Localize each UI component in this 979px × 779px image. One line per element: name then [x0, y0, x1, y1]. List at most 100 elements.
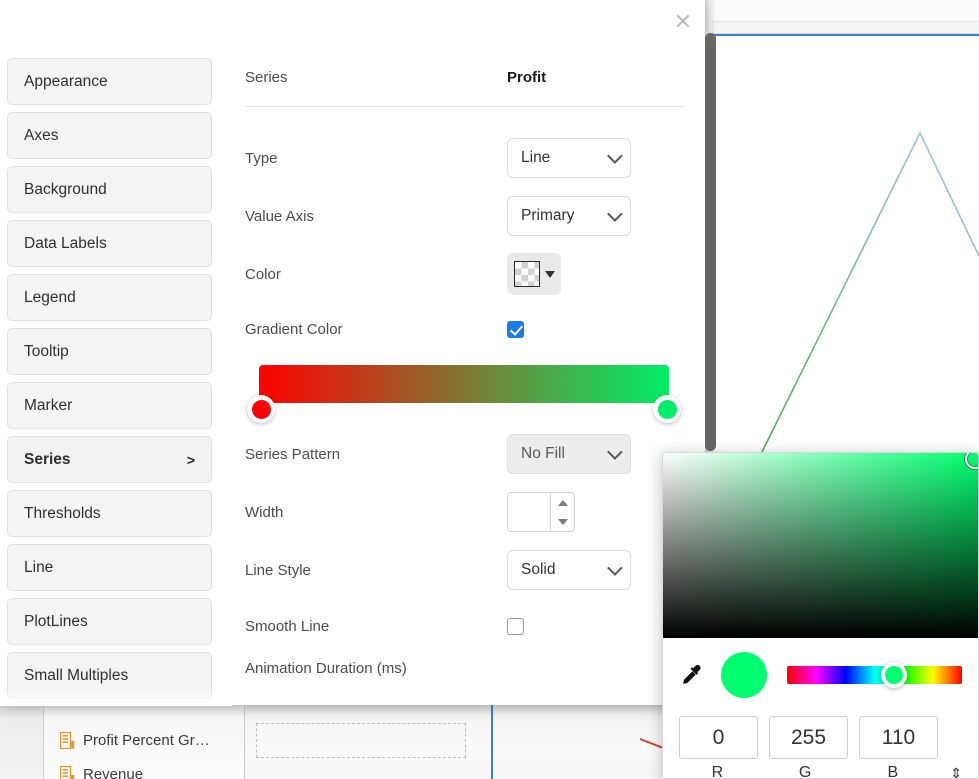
- line-style-select[interactable]: Solid: [507, 550, 631, 590]
- series-settings-form: Series Profit Type Line Value Axis Prima…: [245, 60, 685, 683]
- field-row-series-pattern: Series Pattern No Fill: [245, 425, 685, 483]
- red-label: R: [679, 764, 756, 779]
- chevron-down-icon: [607, 444, 623, 460]
- form-header-row: Series Profit: [245, 60, 685, 94]
- series-pattern-select-value: No Fill: [521, 445, 565, 463]
- sv-black-overlay: [663, 453, 978, 638]
- color-picker-popup: R G B ⇕: [662, 452, 979, 779]
- sidebar-item-label: Line: [24, 559, 195, 577]
- close-icon[interactable]: ✕: [670, 10, 696, 36]
- smooth-line-label: Smooth Line: [245, 618, 507, 635]
- eyedropper-icon[interactable]: [679, 662, 705, 688]
- field-drop-zone[interactable]: [256, 723, 466, 758]
- type-select-value: Line: [521, 149, 550, 167]
- hue-gradient-track: [787, 666, 962, 684]
- sidebar-item-background[interactable]: Background: [7, 166, 212, 213]
- sidebar-item-appearance[interactable]: Appearance: [7, 58, 212, 105]
- field-row-animation-duration: Animation Duration (ms): [245, 653, 685, 683]
- chevron-down-icon: [607, 206, 623, 222]
- field-row-color: Color: [245, 245, 685, 303]
- value-axis-select[interactable]: Primary: [507, 196, 631, 236]
- width-decrement-button[interactable]: [551, 512, 574, 531]
- red-field[interactable]: [679, 716, 758, 759]
- rgb-labels-row: R G B ⇕: [679, 764, 962, 779]
- chevron-down-icon: [607, 560, 623, 576]
- sidebar-item-thresholds[interactable]: Thresholds: [7, 490, 212, 537]
- sidebar-item-label: Background: [24, 181, 195, 199]
- sidebar-item-label: PlotLines: [24, 613, 195, 631]
- gradient-color-label: Gradient Color: [245, 321, 507, 338]
- sidebar-item-label: Data Labels: [24, 235, 195, 253]
- sidebar-item-label: Thresholds: [24, 505, 195, 523]
- dialog-sidebar: Appearance Axes Background Data Labels L…: [7, 58, 212, 706]
- gradient-stop-end[interactable]: [653, 395, 681, 423]
- form-header-label: Series: [245, 69, 507, 86]
- field-row-smooth-line: Smooth Line: [245, 599, 685, 653]
- hue-slider-handle[interactable]: [881, 662, 907, 688]
- sidebar-item-legend[interactable]: Legend: [7, 274, 212, 321]
- width-increment-button[interactable]: [551, 493, 574, 512]
- sidebar-item-marker[interactable]: Marker: [7, 382, 212, 429]
- sidebar-item-small-multiples[interactable]: Small Multiples: [7, 652, 212, 699]
- sidebar-item-line[interactable]: Line: [7, 544, 212, 591]
- width-input[interactable]: [508, 493, 550, 531]
- gradient-editor[interactable]: [259, 365, 669, 403]
- field-row-type: Type Line: [245, 129, 685, 187]
- list-item[interactable]: Revenue: [60, 766, 143, 779]
- green-field[interactable]: [769, 716, 848, 759]
- line-style-select-value: Solid: [521, 561, 555, 579]
- color-format-toggle-icon[interactable]: ⇕: [950, 766, 962, 779]
- bottom-panel-rail: [0, 704, 44, 779]
- green-input[interactable]: [770, 725, 847, 751]
- red-input[interactable]: [680, 725, 757, 751]
- gradient-stop-start[interactable]: [247, 395, 275, 423]
- hue-slider[interactable]: [787, 666, 962, 684]
- width-stepper[interactable]: [507, 492, 575, 532]
- measure-icon: [60, 732, 75, 749]
- field-row-line-style: Line Style Solid: [245, 541, 685, 599]
- color-picker-button[interactable]: [507, 253, 561, 295]
- chevron-right-icon: >: [187, 452, 195, 468]
- series-pattern-select[interactable]: No Fill: [507, 434, 631, 474]
- line-style-label: Line Style: [245, 562, 507, 579]
- width-label: Width: [245, 504, 507, 521]
- sidebar-item-label: Tooltip: [24, 343, 195, 361]
- blue-label: B: [855, 764, 932, 779]
- sidebar-item-series[interactable]: Series >: [7, 436, 212, 483]
- value-axis-label: Value Axis: [245, 208, 507, 225]
- list-item[interactable]: Profit Percent Gr…: [60, 732, 210, 749]
- sidebar-item-label: Axes: [24, 127, 195, 145]
- color-picker-controls-row: [679, 652, 962, 698]
- field-row-width: Width: [245, 483, 685, 541]
- dialog-scrollbar-thumb[interactable]: [705, 33, 716, 451]
- green-label: G: [767, 764, 844, 779]
- color-picker-body: R G B ⇕: [663, 638, 978, 779]
- sidebar-item-label: Legend: [24, 289, 195, 307]
- series-pattern-label: Series Pattern: [245, 446, 507, 463]
- type-select[interactable]: Line: [507, 138, 631, 178]
- sidebar-item-tooltip[interactable]: Tooltip: [7, 328, 212, 375]
- triangle-up-icon: [558, 500, 568, 506]
- field-row-value-axis: Value Axis Primary: [245, 187, 685, 245]
- smooth-line-checkbox[interactable]: [507, 618, 524, 635]
- triangle-down-icon: [558, 519, 568, 525]
- saturation-value-area[interactable]: [663, 453, 978, 638]
- chart-properties-dialog: ✕ Appearance Axes Background Data Labels…: [0, 0, 705, 705]
- field-list-panel: Profit Percent Gr… Revenue: [45, 704, 245, 779]
- sidebar-item-axes[interactable]: Axes: [7, 112, 212, 159]
- app-toolbar: T HTML: [712, 0, 979, 22]
- sidebar-item-label: Small Multiples: [24, 667, 195, 685]
- selected-series-name: Profit: [507, 69, 546, 86]
- gradient-bar[interactable]: [259, 365, 669, 403]
- color-label: Color: [245, 266, 507, 283]
- blue-input[interactable]: [860, 725, 937, 751]
- blue-field[interactable]: [859, 716, 938, 759]
- sidebar-item-label: Appearance: [24, 73, 195, 91]
- gradient-color-checkbox[interactable]: [507, 321, 524, 338]
- sidebar-item-plotlines[interactable]: PlotLines: [7, 598, 212, 645]
- measure-icon: [60, 766, 75, 779]
- rgb-inputs-row: [679, 716, 962, 759]
- list-item-label: Revenue: [83, 766, 143, 779]
- sidebar-item-data-labels[interactable]: Data Labels: [7, 220, 212, 267]
- chevron-down-icon: [607, 148, 623, 164]
